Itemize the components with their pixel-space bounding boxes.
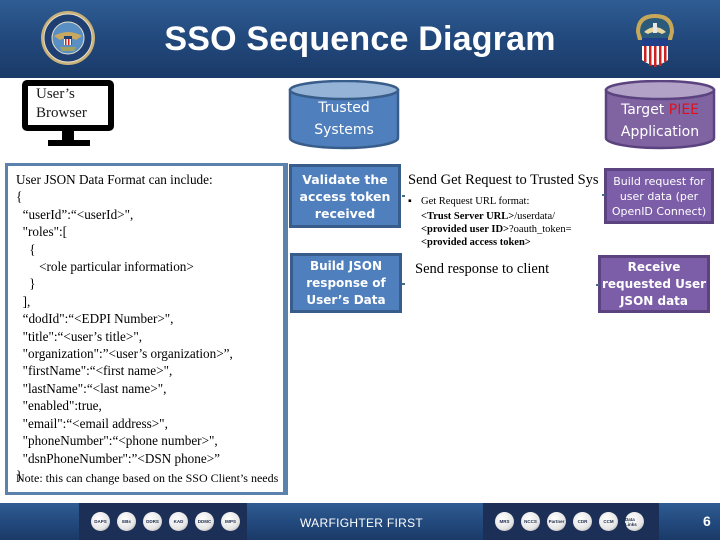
agency-seal-icon: DAPS [91,512,110,531]
target-label-line1: Target PIEE [604,99,716,121]
json-format-line: "phoneNumber":“<phone number>", [16,433,218,449]
json-format-line: "enabled":true, [16,398,102,414]
piee-highlight: PIEE [668,102,700,118]
receive-line1: Receive [627,259,681,274]
agency-seal-icon: DDRS [143,512,162,531]
validate-line2: access token [299,188,391,204]
trusted-systems-label: Trusted Systems [288,97,400,141]
json-format-line: "email":“<email address>", [16,415,168,431]
target-piee-label: Target PIEE Application [604,99,716,143]
build-json-line1: Build JSON [309,258,383,273]
agency-seal-icon: Partner [547,512,566,531]
build-request-line2: user data (per [619,189,699,203]
slide-footer: DAPS EBs DDRS KAD DDMC IMPS WARFIGHTER FIRST … [0,503,720,540]
receive-json-step: Receive requested User JSON data [598,255,710,313]
connector-dot [402,195,405,197]
json-format-line: "lastName":“<last name>", [16,380,167,396]
json-format-text: User JSON Data Format can include: { “use… [16,171,233,484]
json-format-line: } [16,276,36,292]
page-number: 6 [703,513,711,529]
browser-lifeline [285,163,288,495]
trusted-systems-actor: Trusted Systems [288,80,400,150]
bullet-text: Get Request URL format: [421,196,530,207]
target-label-prefix: Target [620,102,669,118]
url-format-line2: <provided user ID>?oauth_token= [421,224,572,235]
json-format-line: <role particular information> [16,259,194,275]
monitor-icon: User’s Browser [22,80,114,131]
browser-actor: User’s Browser [22,80,114,148]
build-request-line3: OpenID Connect) [611,204,707,218]
footer-tagline: WARFIGHTER FIRST [300,516,424,530]
agency-seal-icon: Data Links [625,512,644,531]
json-format-panel: User JSON Data Format can include: { “use… [5,163,286,495]
json-format-line: "title":“<user’s title>", [16,328,143,344]
receive-line2: requested User [601,276,707,291]
monitor-neck [62,131,74,140]
provided-user-id: <provided user ID> [421,224,510,235]
get-request-message: Send Get Request to Trusted Sys [408,172,599,188]
agency-seal-icon: KAD [169,512,188,531]
connector-dot [402,283,405,285]
build-request-line1: Build request for [613,174,705,188]
json-format-note: Note: this can change based on the SSO C… [16,471,279,485]
slide-header: SSO Sequence Diagram [0,0,720,78]
json-format-line: { [16,241,36,257]
build-json-line3: User’s Data [306,292,386,307]
dla-seal-icon [636,14,674,67]
trust-server-url: <Trust Server URL> [421,211,515,222]
build-json-step: Build JSON response of User’s Data [290,253,402,313]
browser-label-line2: Browser [36,105,87,121]
validate-token-step: Validate the access token received [289,164,401,228]
agency-seal-icon: NCCS [521,512,540,531]
agency-seal-icon: MRS [495,512,514,531]
agency-seal-icon: CCM [599,512,618,531]
browser-label: User’s Browser [36,85,87,123]
trusted-label-line2: Systems [314,122,374,138]
receive-line3: JSON data [619,293,689,308]
browser-label-line1: User’s [36,86,75,102]
validate-line3: received [314,205,376,221]
json-format-line: "roles":[ [16,224,68,240]
footer-seals-right: MRS NCCS Partner CDR CCM Data Links [483,503,659,540]
agency-seal-icon: CDR [573,512,592,531]
url-format-line1: <Trust Server URL>/userdata/ [421,211,555,222]
json-format-line: User JSON Data Format can include: [16,172,213,187]
oauth-token-param: ?oauth_token= [509,224,572,235]
page-title: SSO Sequence Diagram [164,20,556,58]
build-json-line2: response of [306,275,386,290]
build-request-step: Build request for user data (per OpenID … [604,168,714,224]
target-piee-actor: Target PIEE Application [604,80,716,150]
json-format-line: { [16,189,23,205]
target-label-line2: Application [620,124,700,140]
connector-dot [596,284,599,286]
json-format-line: “userId”:“<userId>", [16,206,134,222]
agency-seal-icon: DDMC [195,512,214,531]
agency-seal-icon: EBs [117,512,136,531]
validate-line1: Validate the [302,171,388,187]
url-format-line3: <provided access token> [421,237,531,248]
connector-dot [602,194,605,196]
userdata-path: /userdata/ [514,211,556,222]
monitor-base [48,140,90,146]
trusted-label-line1: Trusted [318,100,370,116]
json-format-line: "firstName":“<first name>", [16,363,173,379]
json-format-line: "dsnPhoneNumber":”<DSN phone>” [16,450,221,466]
provided-access-token: <provided access token> [421,237,531,248]
footer-seals-left: DAPS EBs DDRS KAD DDMC IMPS [79,503,247,540]
agency-seal-icon: IMPS [221,512,240,531]
json-format-line: “dodId":“<EDPI Number>", [16,311,174,327]
json-format-line: ], [16,293,31,309]
json-format-line: "organization":”<user’s organization>”, [16,346,233,362]
send-response-message: Send response to client [415,261,550,277]
bullet-icon: ▪ [408,196,412,207]
